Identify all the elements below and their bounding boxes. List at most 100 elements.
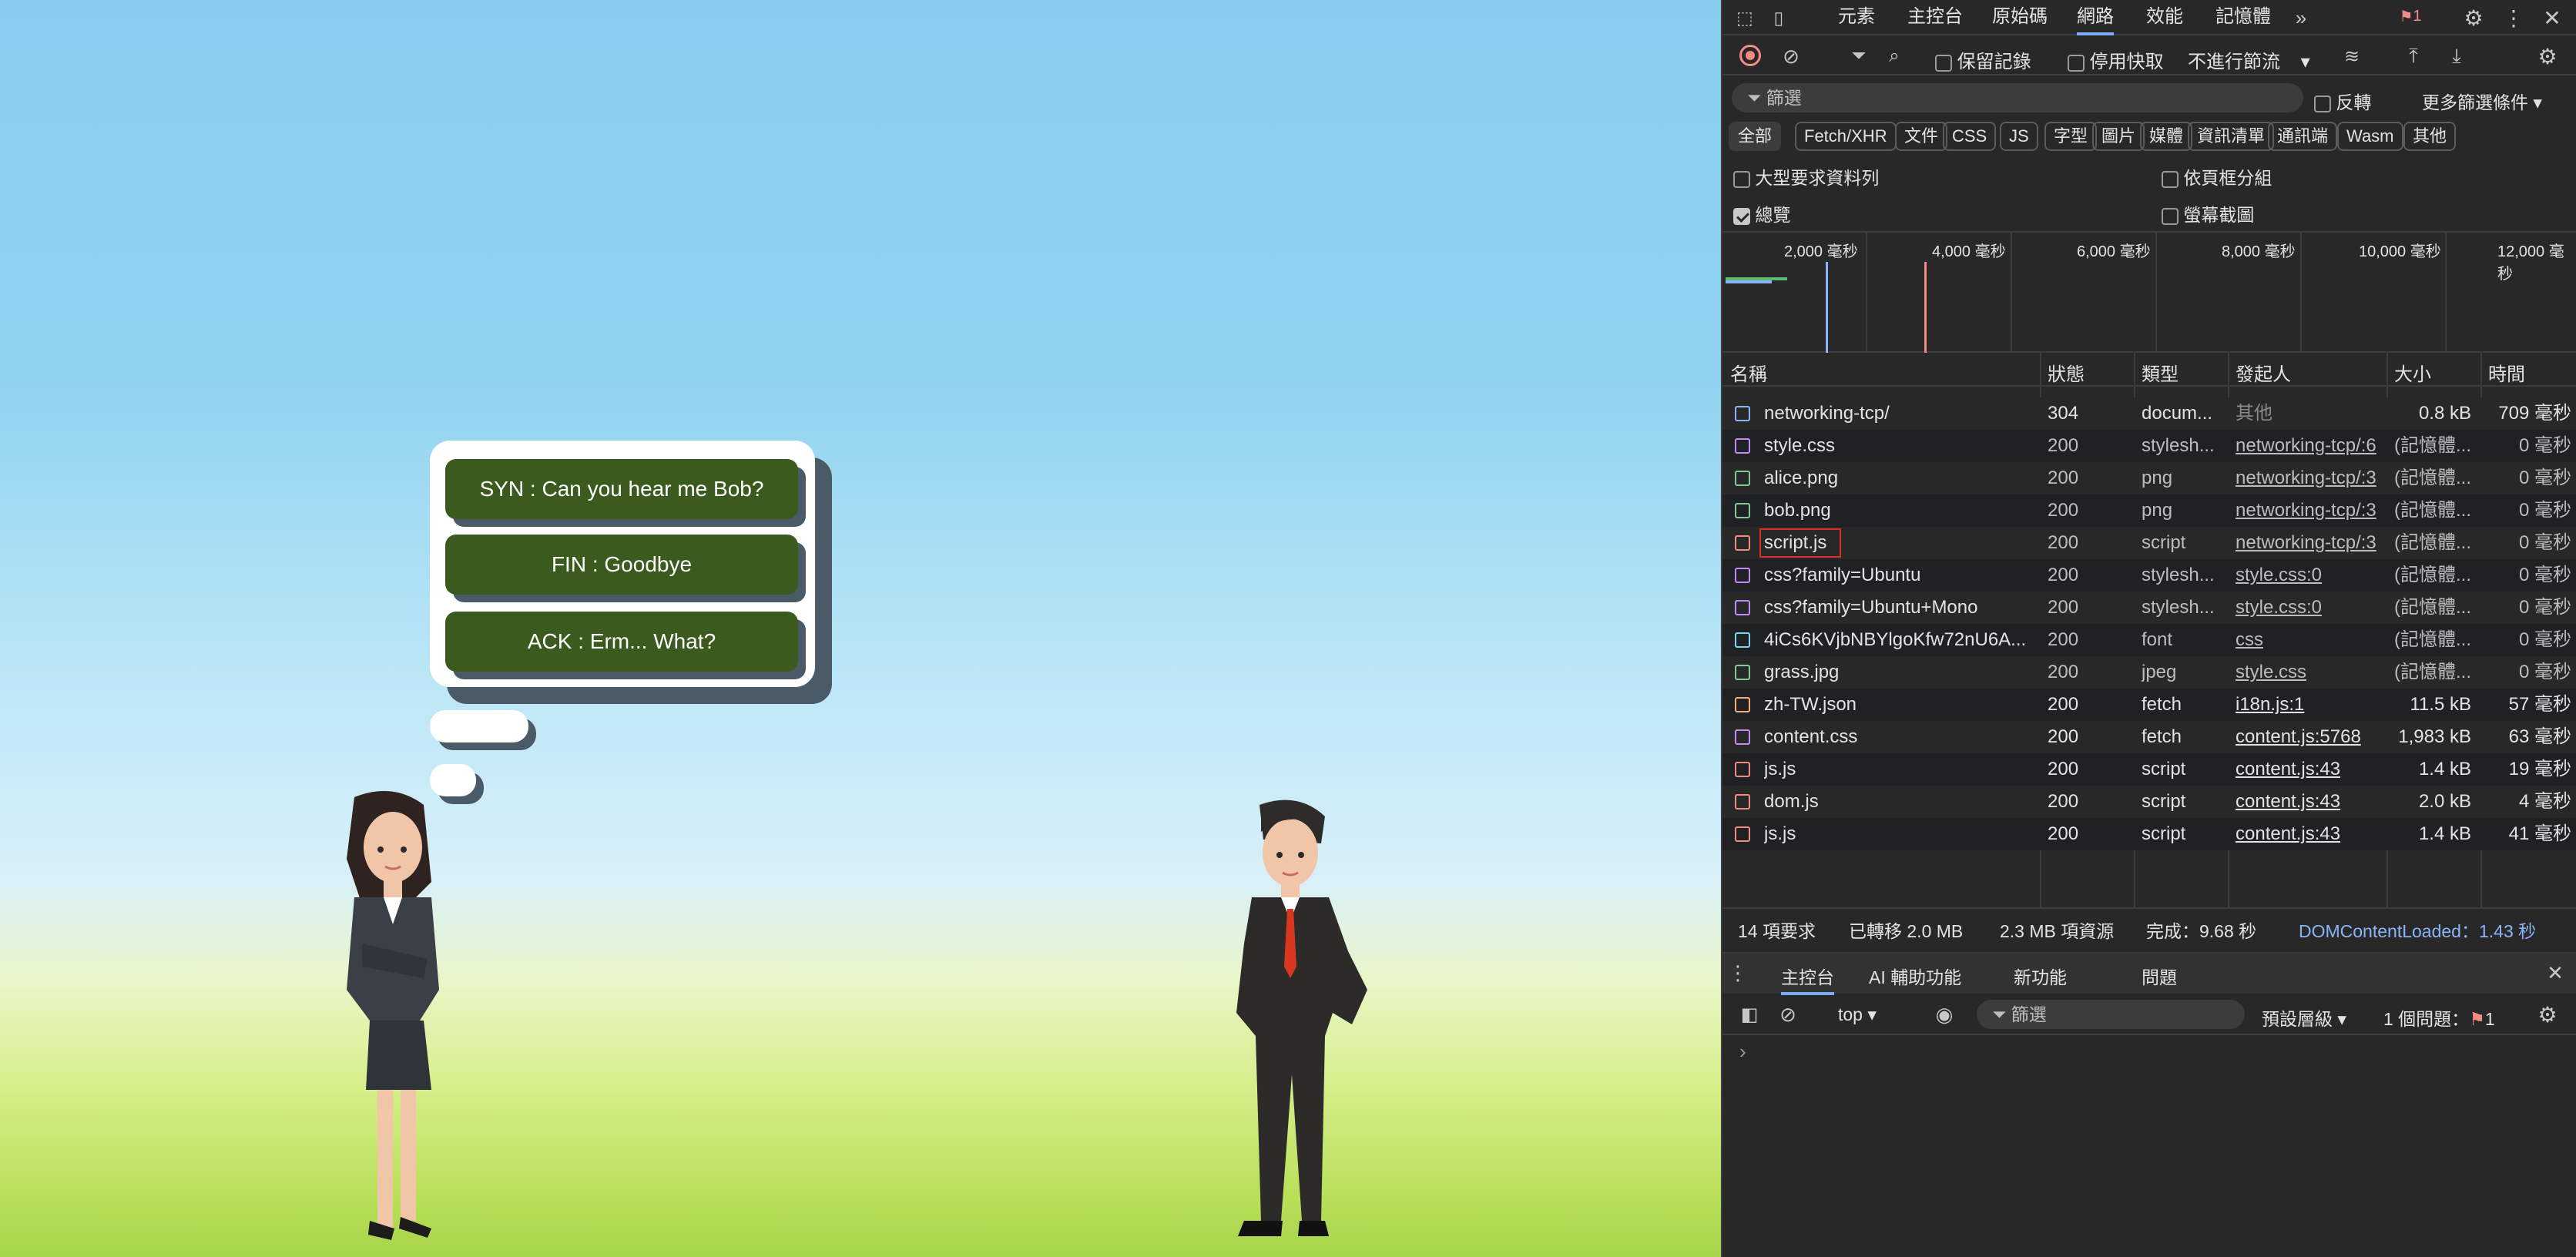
request-row[interactable]: style.css 200 stylesh... networking-tcp/:6 (… (1722, 430, 2576, 462)
request-row[interactable]: css?family=Ubuntu 200 stylesh... style.css:… (1722, 559, 2576, 592)
clear-log-icon[interactable]: ⊘ (1778, 43, 1804, 69)
request-row[interactable]: grass.jpg 200 jpeg style.css (記憶體... 0 毫秒 (1722, 656, 2576, 689)
record-stop-icon[interactable] (1739, 45, 1761, 66)
column-size[interactable]: 大小 (2394, 359, 2431, 386)
tab-performance[interactable]: 效能 (2146, 0, 2183, 35)
column-type[interactable]: 類型 (2142, 359, 2179, 386)
tab-console[interactable]: 主控台 (1907, 0, 1963, 35)
search-icon[interactable]: ⌕ (1881, 43, 1907, 69)
close-devtools-icon[interactable]: ✕ (2539, 5, 2565, 31)
column-status[interactable]: 狀態 (2048, 359, 2085, 386)
filter-input[interactable]: ⏷ 篩選 (1732, 83, 2303, 112)
request-initiator[interactable]: networking-tcp/:3 (2236, 527, 2383, 559)
more-filters-dropdown[interactable]: 更多篩選條件 ▾ (2422, 88, 2542, 114)
type-filter-ws[interactable]: 通訊端 (2268, 122, 2338, 151)
drawer-tab-issues[interactable]: 問題 (2142, 963, 2177, 989)
issues-badge[interactable]: ⚑ 1 (2391, 5, 2430, 28)
request-initiator[interactable]: content.js:43 (2236, 786, 2383, 818)
inspect-element-icon[interactable]: ⬚ (1733, 6, 1756, 29)
disable-cache-checkbox[interactable]: 停用快取 (2068, 46, 2164, 73)
request-initiator[interactable]: networking-tcp/:6 (2236, 430, 2383, 462)
request-row[interactable]: alice.png 200 png networking-tcp/:3 (記憶體... 0… (1722, 462, 2576, 494)
screenshots-checkbox[interactable]: 螢幕截圖 (2162, 200, 2254, 226)
import-har-icon[interactable]: ⤒ (2400, 43, 2427, 69)
type-filter-media[interactable]: 媒體 (2140, 122, 2193, 151)
type-filter-manifest[interactable]: 資訊清單 (2188, 122, 2275, 151)
request-initiator[interactable]: networking-tcp/:3 (2236, 494, 2383, 527)
request-initiator[interactable]: 其他 (2236, 397, 2383, 430)
request-initiator[interactable]: style.css:0 (2236, 592, 2383, 624)
request-status: 200 (2048, 662, 2079, 682)
request-row[interactable]: zh-TW.json 200 fetch i18n.js:1 11.5 kB 57 毫秒 (1722, 689, 2576, 721)
type-filter-all[interactable]: 全部 (1729, 122, 1782, 151)
request-time: 19 毫秒 (2508, 759, 2571, 779)
filter-icon[interactable]: ⏷ (1846, 43, 1872, 69)
type-filter-other[interactable]: 其他 (2403, 122, 2457, 151)
issues-counter[interactable]: 1 個問題：⚑1 (2383, 1004, 2495, 1031)
request-initiator[interactable]: css (2236, 624, 2383, 656)
context-select[interactable]: top ▾ (1838, 1004, 1877, 1025)
request-row[interactable]: dom.js 200 script content.js:43 2.0 kB 4 毫秒 (1722, 786, 2576, 818)
type-filter-doc[interactable]: 文件 (1895, 122, 1948, 151)
throttling-select[interactable]: 不進行節流 ▾ (2188, 46, 2310, 73)
network-settings-icon[interactable]: ⚙ (2534, 43, 2561, 69)
log-levels-select[interactable]: 預設層級 ▾ (2262, 1004, 2346, 1031)
preserve-log-checkbox[interactable]: 保留記錄 (1935, 46, 2031, 73)
type-filter-font[interactable]: 字型 (2044, 122, 2098, 151)
more-tabs-icon[interactable]: » (2289, 6, 2313, 29)
request-row[interactable]: script.js 200 script networking-tcp/:3 (記憶體.… (1722, 527, 2576, 559)
request-row[interactable]: content.css 200 fetch content.js:5768 1,983 … (1722, 721, 2576, 753)
type-filter-js[interactable]: JS (2000, 122, 2038, 151)
column-name[interactable]: 名稱 (1730, 359, 1767, 386)
request-row[interactable]: networking-tcp/304 docum... 其他 0.8 kB 709 毫秒 (1722, 397, 2576, 430)
console-prompt-icon[interactable]: › (1739, 1040, 1746, 1064)
request-row[interactable]: js.js 200 script content.js:43 1.4 kB 41 毫秒 (1722, 818, 2576, 850)
drawer-tab-ai-assistance[interactable]: AI 輔助功能 (1869, 963, 1961, 989)
type-filter-img[interactable]: 圖片 (2092, 122, 2145, 151)
request-row[interactable]: js.js 200 script content.js:43 1.4 kB 19 毫秒 (1722, 753, 2576, 786)
type-filter-css[interactable]: CSS (1943, 122, 1997, 151)
device-toolbar-icon[interactable]: ▯ (1767, 6, 1790, 29)
console-settings-icon[interactable]: ⚙ (2534, 1001, 2561, 1027)
drawer-menu-icon[interactable]: ⋮ (1728, 961, 1748, 984)
request-initiator[interactable]: content.js:43 (2236, 753, 2383, 786)
request-initiator[interactable]: style.css:0 (2236, 559, 2383, 592)
settings-gear-icon[interactable]: ⚙ (2460, 5, 2487, 31)
column-initiator[interactable]: 發起人 (2236, 359, 2291, 386)
clear-console-icon[interactable]: ⊘ (1776, 1003, 1800, 1026)
request-name: style.css (1764, 435, 1836, 456)
fin-message[interactable]: FIN : Goodbye (445, 535, 798, 595)
live-expression-eye-icon[interactable]: ◉ (1930, 1003, 1958, 1026)
drawer-tab-whats-new[interactable]: 新功能 (2014, 963, 2067, 989)
tab-network[interactable]: 網路 (2077, 0, 2114, 35)
close-drawer-icon[interactable]: ✕ (2544, 961, 2567, 984)
tab-sources[interactable]: 原始碼 (1992, 0, 2048, 35)
type-filter-wasm[interactable]: Wasm (2337, 122, 2403, 151)
request-initiator[interactable]: networking-tcp/:3 (2236, 462, 2383, 494)
big-rows-checkbox[interactable]: 大型要求資料列 (1733, 163, 1879, 189)
column-time[interactable]: 時間 (2488, 359, 2525, 386)
timeline-overview[interactable]: 2,000 毫秒 4,000 毫秒 6,000 毫秒 8,000 毫秒 10,0… (1722, 231, 2576, 353)
network-conditions-icon[interactable]: ≋ (2339, 43, 2365, 69)
syn-message[interactable]: SYN : Can you hear me Bob? (445, 459, 798, 519)
request-initiator[interactable]: style.css (2236, 656, 2383, 689)
invert-checkbox[interactable]: 反轉 (2314, 88, 2371, 114)
request-row[interactable]: 4iCs6KVjbNBYlgoKfw72nU6A... 200 font css (記憶… (1722, 624, 2576, 656)
console-filter-input[interactable]: ⏷ 篩選 (1977, 1000, 2245, 1029)
tab-elements[interactable]: 元素 (1838, 0, 1875, 35)
ack-message[interactable]: ACK : Erm... What? (445, 612, 798, 672)
request-initiator[interactable]: content.js:43 (2236, 818, 2383, 850)
request-row[interactable]: css?family=Ubuntu+Mono 200 stylesh... style… (1722, 592, 2576, 624)
request-initiator[interactable]: i18n.js:1 (2236, 689, 2383, 721)
request-initiator[interactable]: content.js:5768 (2236, 721, 2383, 753)
export-har-icon[interactable]: ⤓ (2444, 43, 2470, 69)
type-filter-fetch-xhr[interactable]: Fetch/XHR (1795, 122, 1897, 151)
drawer-tab-console[interactable]: 主控台 (1781, 963, 1834, 995)
overview-checkbox[interactable]: 總覽 (1733, 200, 1790, 226)
request-row[interactable]: bob.png 200 png networking-tcp/:3 (記憶體... 0 毫… (1722, 494, 2576, 527)
group-by-frame-checkbox[interactable]: 依頁框分組 (2162, 163, 2272, 189)
console-sidebar-icon[interactable]: ◧ (1738, 1003, 1761, 1026)
tab-memory[interactable]: 記憶體 (2215, 0, 2271, 35)
kebab-menu-icon[interactable]: ⋮ (2502, 5, 2525, 31)
request-name: content.css (1764, 726, 1858, 747)
